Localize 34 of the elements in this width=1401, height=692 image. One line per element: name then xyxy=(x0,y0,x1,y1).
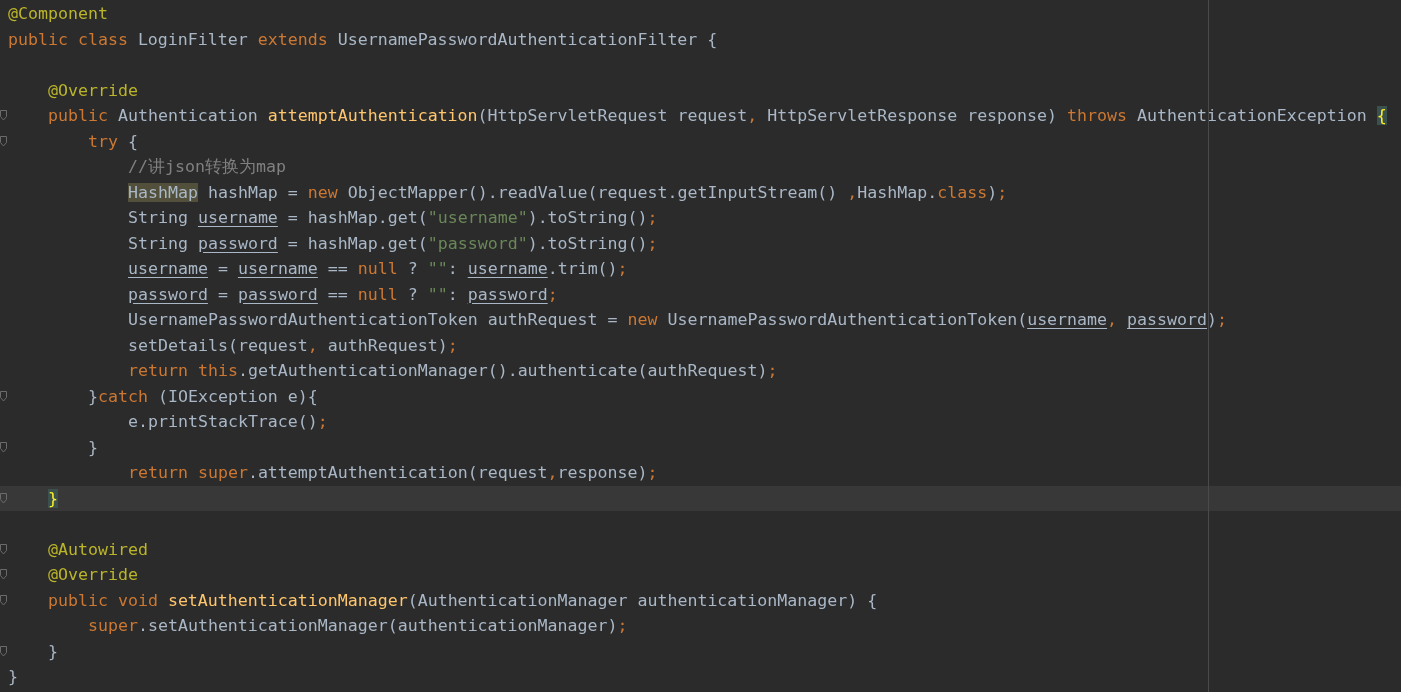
code-line: String password = hashMap.get("password").toString(); xyxy=(128,233,658,253)
fold-marker-icon[interactable] xyxy=(0,135,7,147)
fold-marker-icon[interactable] xyxy=(0,390,7,402)
code-line: public void setAuthenticationManager(AuthenticationManager authenticationManager) { xyxy=(48,590,878,610)
code-line: password = password == null ? "": password; xyxy=(128,284,558,304)
fold-marker-icon[interactable] xyxy=(0,594,7,606)
code-line: }catch (IOException e){ xyxy=(88,386,318,406)
code-line: } xyxy=(88,437,98,457)
fold-marker-icon[interactable] xyxy=(0,569,7,581)
fold-marker-icon[interactable] xyxy=(0,441,7,453)
code-line: HashMap hashMap = new ObjectMapper().readValue(request.getInputStream() ,HashMap.class); xyxy=(128,182,1008,202)
code-line: //讲json转换为map xyxy=(128,155,286,178)
code-line: public Authentication attemptAuthentication(HttpServletRequest request, HttpServletResponse response) throws AuthenticationException { xyxy=(48,106,1387,126)
code-line: @Autowired xyxy=(48,539,148,559)
fold-marker-icon[interactable] xyxy=(0,492,7,504)
code-line: public class LoginFilter extends UsernamePasswordAuthenticationFilter { xyxy=(8,29,718,49)
code-line: try { xyxy=(88,131,138,151)
fold-marker-icon[interactable] xyxy=(0,645,7,657)
code-line: return super.attemptAuthentication(request,response); xyxy=(128,463,658,483)
code-line: username = username == null ? "": username.trim(); xyxy=(128,259,628,279)
fold-marker-icon[interactable] xyxy=(0,110,7,122)
fold-marker-icon[interactable] xyxy=(0,543,7,555)
code-line: return this.getAuthenticationManager().authenticate(authRequest); xyxy=(128,361,778,381)
code-line: e.printStackTrace(); xyxy=(128,412,328,432)
code-line: super.setAuthenticationManager(authenticationManager); xyxy=(88,616,628,636)
code-line: } xyxy=(8,667,18,687)
code-editor[interactable] xyxy=(0,0,1401,692)
code-line: } xyxy=(48,641,58,661)
code-line: @Override xyxy=(48,80,138,100)
code-line: String username = hashMap.get("username").toString(); xyxy=(128,208,658,228)
code-line: @Override xyxy=(48,565,138,585)
code-line: setDetails(request, authRequest); xyxy=(128,335,458,355)
code-line: @Component xyxy=(8,4,108,24)
code-line: UsernamePasswordAuthenticationToken authRequest = new UsernamePasswordAuthenticationToken(username, password); xyxy=(128,310,1227,330)
